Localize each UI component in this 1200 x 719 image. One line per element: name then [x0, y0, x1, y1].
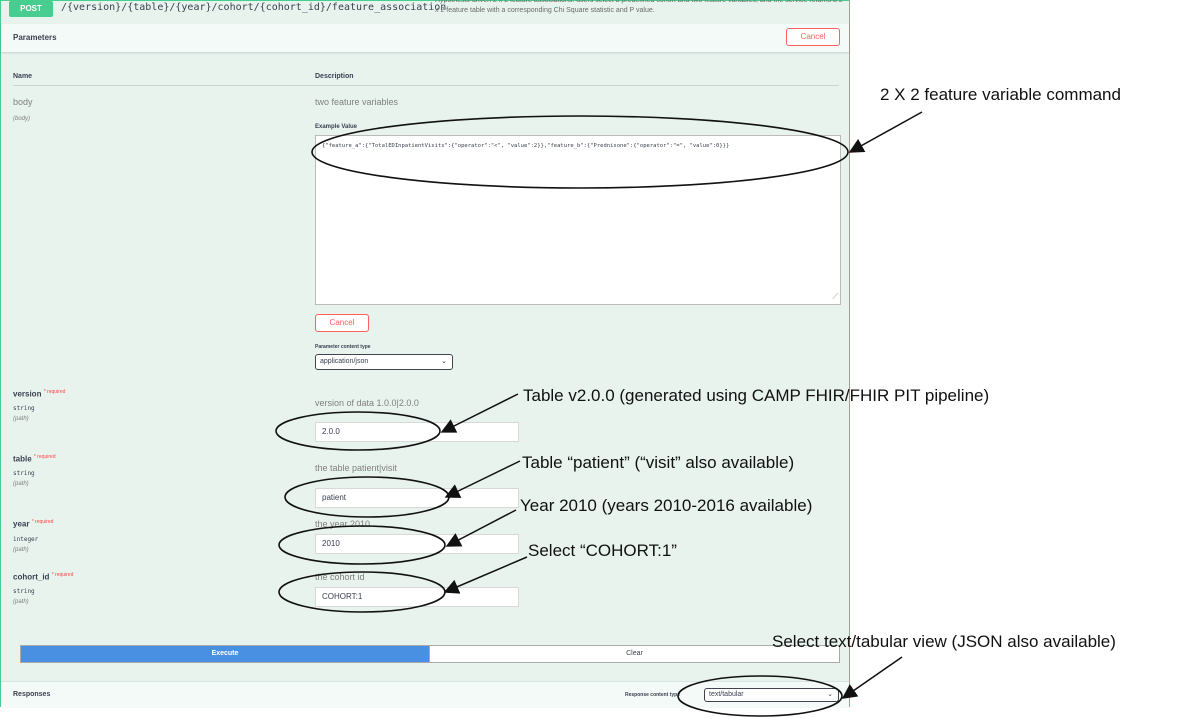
body-json-text: {"feature_a":{"TotalEDInpatientVisits":{…: [322, 143, 730, 149]
annotation-body-command: 2 X 2 feature variable command: [880, 85, 1121, 104]
parameters-title: Parameters: [13, 33, 57, 42]
param-location-body: (body): [13, 116, 31, 122]
responses-title: Responses: [13, 691, 51, 698]
param-type-year: integer: [13, 536, 39, 543]
responses-header: Responses Response content type text/tab…: [1, 681, 849, 708]
column-header-description: Description: [315, 73, 354, 80]
param-name-year: year * required: [13, 519, 54, 529]
param-description-year: the year 2010: [315, 519, 371, 529]
response-content-type-select[interactable]: text/tabular ⌄: [704, 688, 839, 702]
annotation-cohort: Select “COHORT:1”: [528, 541, 677, 560]
response-content-type-label: Response content type: [625, 692, 681, 698]
cancel-try-out-button[interactable]: Cancel: [786, 28, 840, 46]
chevron-down-icon: ⌄: [827, 691, 833, 698]
column-header-name: Name: [13, 73, 33, 80]
param-description-table: the table patient|visit: [315, 463, 397, 473]
annotation-response-type: Select text/tabular view (JSON also avai…: [772, 632, 1116, 651]
annotation-year: Year 2010 (years 2010-2016 available): [520, 496, 813, 515]
param-description-body: two feature variables: [315, 97, 399, 107]
param-name-cohort-id: cohort_id * required: [13, 572, 74, 582]
parameter-content-type-value: application/json: [320, 358, 369, 365]
parameters-header: Parameters: [1, 24, 849, 52]
arrow-body: [848, 111, 923, 153]
param-location-cohort-id: (path): [13, 599, 29, 605]
param-description-version: version of data 1.0.0|2.0.0: [315, 398, 419, 408]
annotation-table: Table “patient” (“visit” also available): [522, 453, 795, 472]
resize-handle-icon[interactable]: ⟋: [832, 292, 838, 302]
response-content-type-value: text/tabular: [709, 691, 744, 698]
version-input[interactable]: 2.0.0: [315, 422, 519, 442]
arrow-response-type: [841, 656, 903, 699]
table-input[interactable]: patient: [315, 488, 519, 508]
endpoint-path: /{version}/{table}/{year}/cohort/{cohort…: [61, 2, 447, 13]
param-location-version: (path): [13, 416, 29, 422]
parameter-content-type-select[interactable]: application/json ⌄: [315, 354, 453, 370]
annotation-version: Table v2.0.0 (generated using CAMP FHIR/…: [523, 386, 990, 405]
parameter-content-type-label: Parameter content type: [315, 344, 371, 350]
param-description-cohort-id: the cohort id: [315, 572, 365, 582]
cohort-id-input[interactable]: COHORT:1: [315, 587, 519, 607]
year-input[interactable]: 2010: [315, 534, 519, 554]
chevron-down-icon: ⌄: [441, 358, 447, 365]
cancel-body-edit-button[interactable]: Cancel: [315, 314, 369, 332]
param-name-version: version * required: [13, 389, 66, 399]
body-textarea[interactable]: {"feature_a":{"TotalEDInpatientVisits":{…: [315, 135, 841, 305]
execute-button[interactable]: Execute: [21, 646, 429, 662]
operation-summary: Hypothesis-driven 2 x 2 feature associat…: [435, 0, 843, 14]
param-location-table: (path): [13, 481, 29, 487]
operation-header[interactable]: POST /{version}/{table}/{year}/cohort/{c…: [1, 0, 851, 19]
param-type-table: string: [13, 470, 35, 477]
param-type-cohort-id: string: [13, 588, 35, 595]
execute-bar: Execute Clear: [20, 645, 840, 663]
param-type-version: string: [13, 405, 35, 412]
param-name-body: body: [13, 97, 33, 107]
example-value-label: Example Value: [315, 124, 358, 130]
method-badge: POST: [9, 1, 53, 17]
header-divider: [13, 85, 839, 86]
param-location-year: (path): [13, 547, 29, 553]
param-name-table: table * required: [13, 454, 56, 464]
operation-panel: POST /{version}/{table}/{year}/cohort/{c…: [0, 0, 851, 708]
